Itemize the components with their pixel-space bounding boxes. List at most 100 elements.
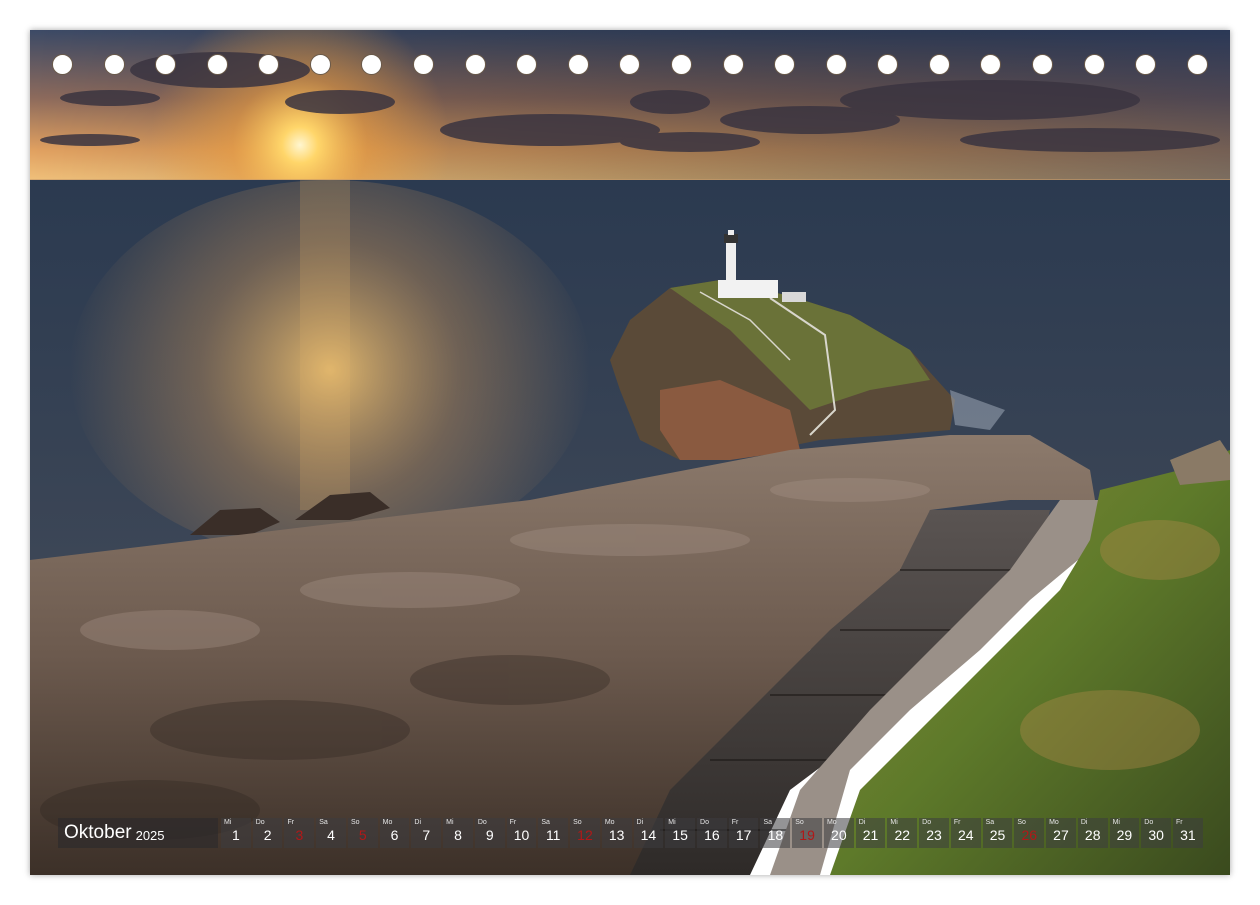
binding-hole	[361, 54, 383, 75]
day-weekday: Fr	[509, 819, 517, 826]
day-cell: Fr 17	[728, 818, 759, 848]
day-weekday: Fr	[953, 819, 961, 826]
day-cell: Mi 8	[443, 818, 473, 848]
day-number: 12	[577, 827, 593, 843]
calendar-page: Oktober 2025 Mi 1 Do 2 Fr 3 Sa 4 So 5 Mo 6 Di 7 Mi 8 Do 9…	[30, 30, 1230, 875]
day-weekday: Mi	[446, 819, 454, 826]
day-number: 1	[231, 827, 240, 843]
day-weekday: Sa	[319, 819, 328, 826]
day-cell: Do 2	[252, 818, 283, 848]
day-cell: So 26	[1014, 818, 1045, 848]
binding-holes	[52, 54, 1208, 80]
month-name: Oktober	[64, 822, 132, 843]
binding-hole	[1083, 54, 1105, 75]
binding-hole	[877, 54, 899, 75]
binding-hole	[413, 54, 435, 75]
day-number: 3	[295, 827, 304, 843]
day-cell: Mi 29	[1109, 818, 1140, 848]
day-cell: So 19	[792, 818, 822, 848]
day-cell: Di 21	[855, 818, 886, 848]
day-cell: Mi 15	[665, 818, 696, 848]
day-weekday: Mi	[1112, 819, 1120, 826]
day-number: 14	[640, 827, 657, 843]
day-number: 22	[894, 827, 911, 843]
binding-hole	[774, 54, 796, 75]
day-weekday: So	[350, 819, 360, 826]
day-number: 4	[327, 827, 335, 843]
day-number: 9	[485, 827, 494, 843]
day-cell: So 5	[347, 818, 378, 848]
day-weekday: So	[1017, 819, 1026, 826]
binding-hole	[103, 54, 125, 75]
binding-hole	[567, 54, 589, 75]
day-cell: Fr 31	[1173, 818, 1203, 848]
day-weekday: Sa	[541, 819, 550, 826]
day-weekday: Mo	[826, 819, 837, 826]
day-weekday: So	[795, 819, 804, 826]
binding-hole	[980, 54, 1002, 75]
day-cell: Fr 24	[950, 818, 981, 848]
day-number: 23	[926, 827, 942, 843]
day-cells: Mi 1 Do 2 Fr 3 Sa 4 So 5 Mo 6 Di 7 Mi 8 Do 9 Fr 10 Sa 11 So 12 M…	[221, 818, 1203, 848]
day-number: 17	[735, 827, 752, 843]
binding-hole	[1031, 54, 1053, 75]
day-weekday: Mi	[890, 819, 898, 826]
day-cell: Mo 13	[601, 818, 632, 848]
day-weekday: Do	[1144, 819, 1154, 826]
day-weekday: Di	[414, 819, 422, 826]
day-weekday: Sa	[763, 819, 773, 826]
day-weekday: Do	[700, 819, 709, 826]
binding-hole	[309, 54, 331, 75]
day-cell: Sa 25	[982, 818, 1013, 848]
day-number: 27	[1053, 827, 1069, 843]
day-cell: Mi 22	[887, 818, 918, 848]
day-weekday: Mi	[668, 819, 676, 826]
lighthouse-sunset-photo	[30, 30, 1230, 875]
day-weekday: Fr	[731, 819, 739, 826]
day-number: 28	[1084, 827, 1101, 843]
day-cell: Di 7	[411, 818, 442, 848]
binding-hole	[619, 54, 641, 75]
day-number: 10	[513, 827, 530, 843]
binding-hole	[52, 54, 73, 75]
day-cell: Sa 4	[316, 818, 346, 848]
day-weekday: Mo	[382, 819, 393, 826]
day-number: 21	[862, 827, 879, 843]
calendar-strip: Oktober 2025 Mi 1 Do 2 Fr 3 Sa 4 So 5 Mo 6 Di 7 Mi 8 Do 9…	[58, 818, 1203, 848]
binding-hole	[1135, 54, 1157, 75]
day-number: 11	[545, 827, 561, 843]
binding-hole	[155, 54, 177, 75]
day-cell: Fr 3	[284, 818, 315, 848]
day-number: 24	[957, 827, 974, 843]
day-number: 29	[1116, 827, 1133, 843]
day-weekday: Do	[255, 819, 265, 826]
month-label: Oktober 2025	[58, 818, 218, 848]
day-cell: Di 28	[1077, 818, 1108, 848]
day-number: 8	[454, 827, 462, 843]
day-cell: Do 30	[1141, 818, 1172, 848]
day-number: 18	[767, 827, 784, 843]
day-number: 26	[1021, 827, 1038, 843]
day-weekday: Di	[858, 819, 866, 826]
day-number: 15	[672, 827, 688, 843]
day-weekday: Mo	[1049, 819, 1059, 826]
day-weekday: Do	[922, 819, 932, 826]
binding-hole	[722, 54, 744, 75]
day-number: 6	[390, 827, 399, 843]
day-number: 2	[263, 827, 272, 843]
day-cell: Mo 27	[1046, 818, 1076, 848]
day-number: 5	[358, 827, 367, 843]
day-number: 30	[1148, 827, 1164, 843]
day-cell: Sa 11	[538, 818, 569, 848]
binding-hole	[825, 54, 847, 75]
day-cell: Fr 10	[506, 818, 537, 848]
month-year: 2025	[135, 827, 165, 843]
day-number: 20	[831, 827, 847, 843]
day-cell: Mi 1	[221, 818, 251, 848]
day-weekday: Do	[477, 819, 487, 826]
day-weekday: So	[573, 819, 582, 826]
day-number: 16	[704, 827, 720, 843]
day-weekday: Fr	[287, 819, 295, 826]
day-weekday: Sa	[985, 819, 995, 826]
binding-hole	[206, 54, 228, 75]
